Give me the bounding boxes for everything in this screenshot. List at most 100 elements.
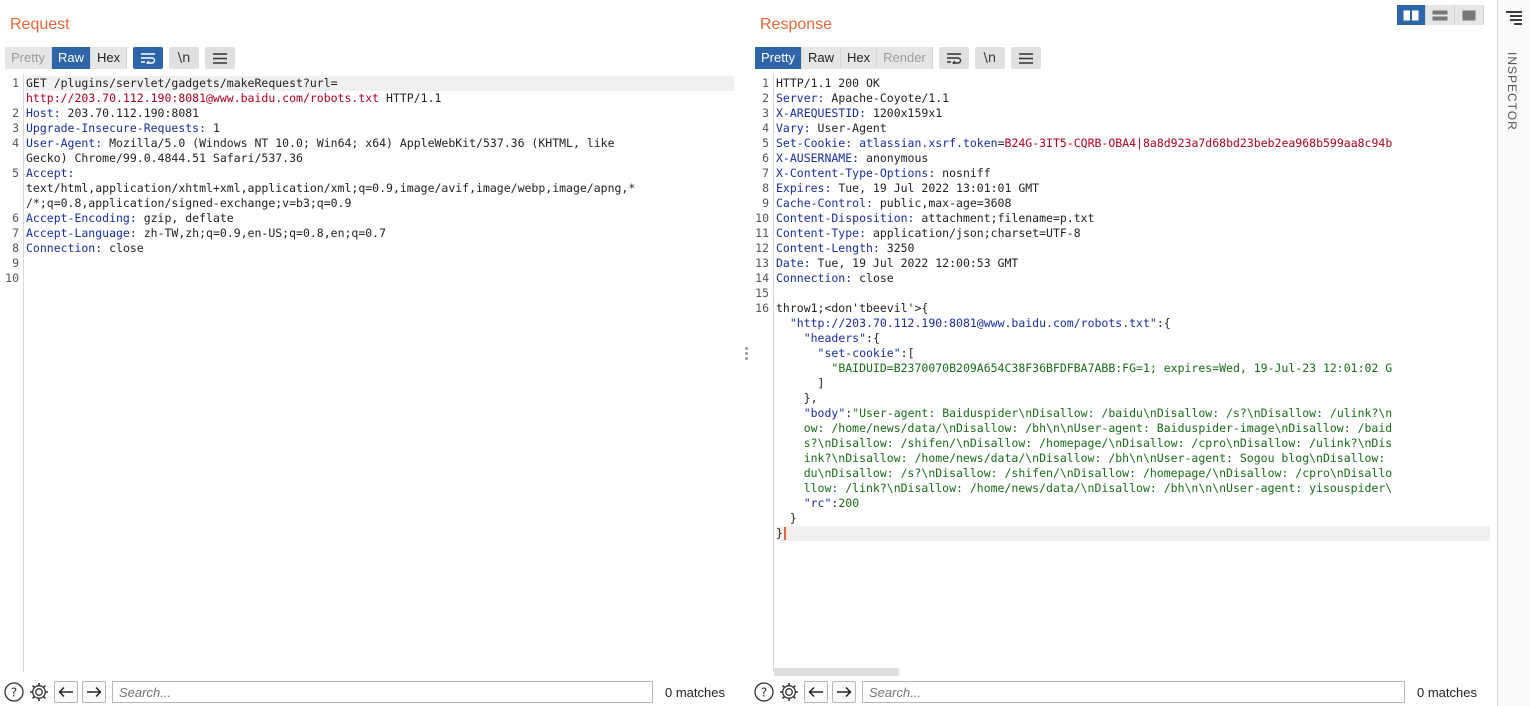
response-line-number: 8 — [762, 181, 769, 195]
request-line-number: 9 — [12, 256, 19, 270]
response-code-line[interactable]: } — [776, 526, 1490, 541]
response-horizontal-scrollbar[interactable] — [774, 668, 899, 676]
response-code-token: "set-cookie" — [817, 346, 901, 360]
request-menu-button[interactable] — [205, 47, 236, 69]
pane-splitter[interactable] — [743, 345, 749, 363]
layout-side-by-side-button[interactable] — [1397, 5, 1426, 25]
request-help-button[interactable]: ? — [3, 681, 25, 703]
response-editor[interactable]: 1 2 3 4 5 6 7 8 9 10 11 12 13 14 15 16 HTTP/1.1 200 OK S… — [750, 74, 1490, 672]
response-code-token: ] — [776, 376, 825, 390]
response-line-number: 6 — [762, 151, 769, 165]
request-title: Request — [10, 16, 70, 33]
request-search-input[interactable] — [112, 681, 653, 703]
response-tab-pretty[interactable]: Pretty — [755, 47, 802, 69]
response-code-line[interactable]: ow: /home/news/data/\nDisallow: /bh\n\nU… — [776, 421, 1393, 436]
response-code-line[interactable]: "BAIDUID=B2370070B209A654C38F36BFDFBA7AB… — [776, 361, 1392, 376]
request-code-line[interactable]: http://203.70.112.190:8081@www.baidu.com… — [26, 91, 441, 106]
response-search-input[interactable] — [862, 681, 1405, 703]
response-prev-match-button[interactable] — [804, 681, 828, 703]
response-menu-button[interactable] — [1010, 47, 1041, 69]
response-code-token: 1200x159x1 — [866, 106, 943, 120]
request-code[interactable]: GET /plugins/servlet/gadgets/makeRequest… — [26, 74, 734, 672]
response-code-line[interactable]: Expires: Tue, 19 Jul 2022 13:01:01 GMT — [776, 181, 1039, 196]
request-tab-pretty[interactable]: Pretty — [5, 47, 52, 69]
request-code-token: /*;q=0.8,application/signed-exchange;v=b… — [26, 196, 352, 210]
response-line-number: 11 — [755, 226, 769, 240]
response-settings-button[interactable] — [778, 681, 800, 703]
response-code-token: X-Content-Type-Options: — [776, 166, 936, 180]
response-code-line[interactable]: llow: /link?\nDisallow: /home/news/data/… — [776, 481, 1393, 496]
response-tab-raw[interactable]: Raw — [801, 47, 841, 69]
response-code-token: Tue, 19 Jul 2022 13:01:01 GMT — [831, 181, 1040, 195]
response-code-line[interactable]: Content-Disposition: attachment;filename… — [776, 211, 1095, 226]
layout-tabbed-button[interactable] — [1455, 5, 1484, 25]
response-code-line[interactable]: Content-Length: 3250 — [776, 241, 914, 256]
response-code-line[interactable]: Set-Cookie: atlassian.xsrf.token=B24G-3I… — [776, 136, 1392, 151]
response-code-token: ow: /home/news/data/\nDisallow: /bh\n\nU… — [776, 421, 1393, 435]
response-code-line[interactable]: ] — [776, 376, 825, 391]
response-newline-button[interactable]: \n — [974, 47, 1005, 69]
request-code-line[interactable]: Connection: close — [26, 241, 144, 256]
response-code-token: Content-Disposition: — [776, 211, 915, 225]
request-code-line[interactable]: User-Agent: Mozilla/5.0 (Windows NT 10.0… — [26, 136, 615, 151]
inspector-menu-button[interactable] — [1505, 10, 1523, 30]
response-code-line[interactable]: Content-Type: application/json;charset=U… — [776, 226, 1081, 241]
response-code-line[interactable]: throw1;<don'tbeevil'>{ — [776, 301, 928, 316]
request-code-line[interactable]: Gecko) Chrome/99.0.4844.51 Safari/537.36 — [26, 151, 303, 166]
response-code-line[interactable]: Vary: User-Agent — [776, 121, 887, 136]
request-code-token: Accept-Encoding: — [26, 211, 137, 225]
response-code-line[interactable]: X-Content-Type-Options: nosniff — [776, 166, 991, 181]
response-search-bar: ? 0 matches — [750, 678, 1496, 706]
response-code-token: = — [997, 136, 1005, 150]
response-code-line[interactable]: du\nDisallow: /s?\nDisallow: /shifen/\nD… — [776, 466, 1393, 481]
response-code-line[interactable]: Connection: close — [776, 271, 894, 286]
response-code[interactable]: HTTP/1.1 200 OK Server: Apache-Coyote/1.1… — [776, 74, 1490, 672]
response-line-number: 3 — [762, 106, 769, 120]
response-code-line[interactable]: "headers":{ — [776, 331, 880, 346]
request-code-token: GET /plugins/servlet/gadgets/makeRequest… — [26, 76, 338, 90]
request-code-line[interactable]: Upgrade-Insecure-Requests: 1 — [26, 121, 220, 136]
request-newline-button[interactable]: \n — [169, 47, 200, 69]
response-code-line[interactable]: HTTP/1.1 200 OK — [776, 76, 880, 91]
response-line-numbers: 1 2 3 4 5 6 7 8 9 10 11 12 13 14 15 16 — [750, 74, 774, 672]
response-code-line[interactable]: X-AUSERNAME: anonymous — [776, 151, 928, 166]
response-code-line[interactable]: "rc":200 — [776, 496, 859, 511]
response-code-line[interactable]: }, — [776, 391, 818, 406]
request-code-token: zh-TW,zh;q=0.9,en-US;q=0.8,en;q=0.7 — [136, 226, 387, 240]
response-code-line[interactable]: X-AREQUESTID: 1200x159x1 — [776, 106, 942, 121]
response-tab-hex[interactable]: Hex — [840, 47, 878, 69]
request-code-line[interactable]: /*;q=0.8,application/signed-exchange;v=b… — [26, 196, 351, 211]
request-settings-button[interactable] — [28, 681, 50, 703]
response-pane: Response Pretty Raw Hex Render \n 123456… — [750, 0, 1496, 706]
request-code-line[interactable]: Accept-Language: zh-TW,zh;q=0.9,en-US;q=… — [26, 226, 386, 241]
request-tab-hex[interactable]: Hex — [90, 47, 128, 69]
request-next-match-button[interactable] — [82, 681, 106, 703]
request-tab-raw[interactable]: Raw — [51, 47, 91, 69]
request-code-line[interactable]: GET /plugins/servlet/gadgets/makeRequest… — [26, 76, 734, 91]
inspector-tab[interactable]: INSPECTOR — [1505, 52, 1519, 131]
response-code-line[interactable]: "set-cookie":[ — [776, 346, 915, 361]
layout-stacked-button[interactable] — [1426, 5, 1455, 25]
request-code-line[interactable]: Host: 203.70.112.190:8081 — [26, 106, 199, 121]
request-code-line[interactable]: Accept: — [26, 166, 74, 181]
request-code-line[interactable]: text/html,application/xhtml+xml,applicat… — [26, 181, 635, 196]
response-code-line[interactable]: ink?\nDisallow: /home/news/data/\nDisall… — [776, 451, 1386, 466]
response-code-line[interactable]: "http://203.70.112.190:8081@www.baidu.co… — [776, 316, 1171, 331]
request-editor[interactable]: 1 2 3 4 5 6 7 8 9 10 GET /plugins/servlet/gadgets… — [0, 74, 734, 672]
response-code-line[interactable]: s?\nDisallow: /shifen/\nDisallow: /homep… — [776, 436, 1393, 451]
response-help-button[interactable]: ? — [753, 681, 775, 703]
response-code-token: } — [776, 511, 797, 525]
response-wrap-button[interactable] — [938, 47, 969, 69]
request-code-line[interactable]: Accept-Encoding: gzip, deflate — [26, 211, 234, 226]
response-next-match-button[interactable] — [832, 681, 856, 703]
request-prev-match-button[interactable] — [54, 681, 78, 703]
response-code-line[interactable]: } — [776, 511, 797, 526]
response-code-line[interactable]: Date: Tue, 19 Jul 2022 12:00:53 GMT — [776, 256, 1018, 271]
response-code-line[interactable]: "body":"User-agent: Baiduspider\nDisallo… — [776, 406, 1393, 421]
response-tab-render[interactable]: Render — [877, 47, 933, 69]
svg-text:?: ? — [761, 686, 767, 700]
response-code-line[interactable]: Cache-Control: public,max-age=3608 — [776, 196, 1011, 211]
response-line-number: 14 — [755, 271, 769, 285]
request-wrap-button[interactable] — [133, 47, 164, 69]
response-code-line[interactable]: Server: Apache-Coyote/1.1 — [776, 91, 949, 106]
